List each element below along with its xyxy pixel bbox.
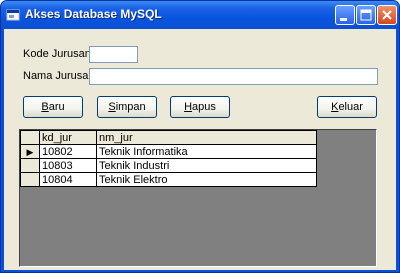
close-button[interactable] xyxy=(377,5,397,25)
close-icon xyxy=(382,10,392,20)
app-icon[interactable] xyxy=(6,8,20,22)
data-grid-table: kd_jur nm_jur ▶ 10802 Teknik Informatika… xyxy=(20,130,317,187)
baru-label-rest: aru xyxy=(48,101,65,113)
app-window: Akses Database MySQL Kode Jurusan Nama J… xyxy=(0,0,400,273)
column-header-kd-jur[interactable]: kd_jur xyxy=(39,130,97,145)
current-row-arrow-icon: ▶ xyxy=(26,146,34,157)
simpan-label-rest: impan xyxy=(115,101,146,113)
minimize-icon xyxy=(340,18,347,21)
hapus-button[interactable]: Hapus xyxy=(170,96,230,118)
minimize-button[interactable] xyxy=(335,5,355,25)
kode-jurusan-input[interactable] xyxy=(89,46,138,63)
simpan-accel-key: S xyxy=(108,101,116,113)
cell-kd-jur[interactable]: 10802 xyxy=(39,144,97,159)
grid-header-row: kd_jur nm_jur xyxy=(20,130,317,145)
table-row[interactable]: 10803 Teknik Industri xyxy=(20,158,317,173)
keluar-button[interactable]: Keluar xyxy=(317,96,377,118)
column-header-nm-jur[interactable]: nm_jur xyxy=(96,130,317,145)
title-bar[interactable]: Akses Database MySQL xyxy=(1,1,399,29)
cell-kd-jur[interactable]: 10803 xyxy=(39,158,97,173)
simpan-button[interactable]: Simpan xyxy=(97,96,157,118)
row-selector[interactable] xyxy=(20,158,40,173)
window-title: Akses Database MySQL xyxy=(25,7,162,21)
nama-jurusan-label: Nama Jurusan xyxy=(23,70,95,82)
maximize-icon xyxy=(360,9,372,21)
nama-jurusan-input[interactable] xyxy=(89,68,378,85)
maximize-button[interactable] xyxy=(356,5,376,25)
row-selector-current[interactable]: ▶ xyxy=(20,144,40,159)
row-selector[interactable] xyxy=(20,172,40,187)
keluar-label-rest: eluar xyxy=(338,101,363,113)
hapus-accel-key: H xyxy=(184,101,193,113)
cell-nm-jur[interactable]: Teknik Industri xyxy=(96,158,317,173)
cell-nm-jur[interactable]: Teknik Informatika xyxy=(96,144,317,159)
hapus-label-rest: apus xyxy=(192,101,216,113)
table-row[interactable]: ▶ 10802 Teknik Informatika xyxy=(20,144,317,159)
table-row[interactable]: 10804 Teknik Elektro xyxy=(20,172,317,187)
cell-nm-jur[interactable]: Teknik Elektro xyxy=(96,172,317,187)
cell-kd-jur[interactable]: 10804 xyxy=(39,172,97,187)
baru-accel-key: B xyxy=(41,101,49,113)
form-client-area: Kode Jurusan Nama Jurusan Baru Simpan Ha… xyxy=(4,29,396,270)
baru-button[interactable]: Baru xyxy=(23,96,83,118)
kode-jurusan-label: Kode Jurusan xyxy=(23,48,91,60)
grid-corner-cell[interactable] xyxy=(20,130,40,145)
data-grid[interactable]: kd_jur nm_jur ▶ 10802 Teknik Informatika… xyxy=(19,129,377,267)
